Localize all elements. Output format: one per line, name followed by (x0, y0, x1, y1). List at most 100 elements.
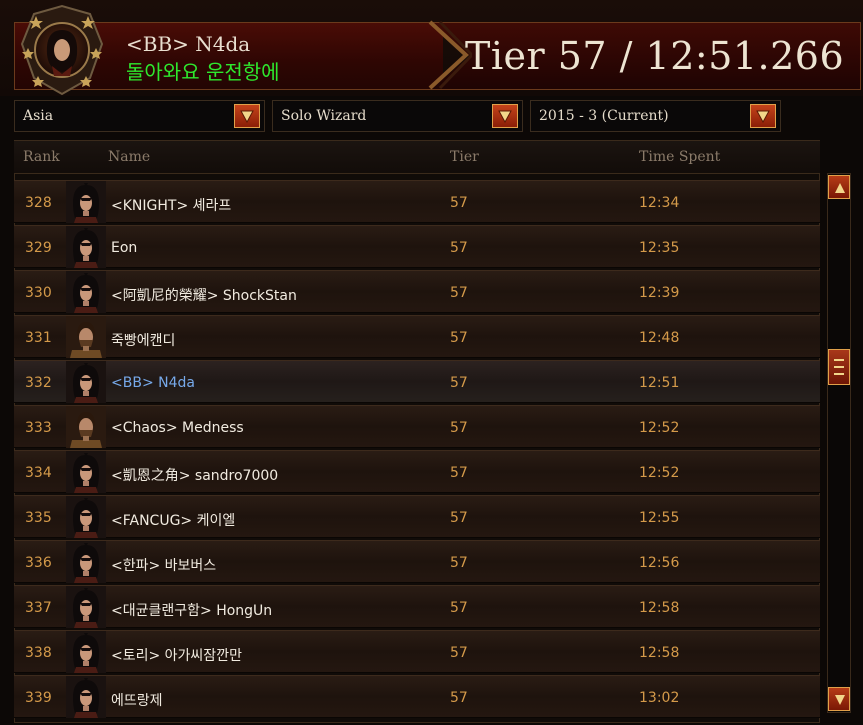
scrollbar-track[interactable] (827, 173, 851, 713)
row-player-name[interactable]: <한파> 바보버스 (111, 555, 216, 575)
row-time-spent: 12:52 (639, 465, 680, 481)
arrow-down-icon (835, 695, 845, 705)
row-time-spent: 12:52 (639, 420, 680, 436)
hero-portrait-icon (66, 496, 106, 538)
row-rank: 337 (25, 600, 52, 616)
row-player-name[interactable]: <대균클랜구함> HongUn (111, 600, 272, 620)
row-time-spent: 12:39 (639, 285, 680, 301)
row-rank: 339 (25, 690, 52, 706)
region-dropdown[interactable]: Asia (14, 100, 265, 132)
table-row[interactable]: 329 Eon 57 12:35 (14, 225, 820, 268)
table-row[interactable]: 331 죽빵에캔디 57 12:48 (14, 315, 820, 358)
row-player-name[interactable]: <KNIGHT> 셰라프 (111, 195, 231, 215)
row-tier: 57 (450, 510, 468, 526)
season-value: 2015 - 3 (Current) (539, 108, 669, 124)
hero-portrait-icon (66, 451, 106, 493)
row-player-name[interactable]: <BB> N4da (111, 375, 195, 391)
category-value: Solo Wizard (281, 108, 367, 124)
row-tier: 57 (450, 645, 468, 661)
row-player-name[interactable]: <阿凱尼的榮耀> ShockStan (111, 285, 297, 305)
row-player-name[interactable]: Eon (111, 240, 137, 256)
hero-portrait-icon (66, 316, 106, 358)
row-player-name[interactable]: <토리> 아가씨잠깐만 (111, 645, 242, 665)
row-tier: 57 (450, 555, 468, 571)
row-tier: 57 (450, 600, 468, 616)
table-row[interactable]: 328 <KNIGHT> 셰라프 57 12:34 (14, 180, 820, 223)
row-time-spent: 12:35 (639, 240, 680, 256)
hero-portrait-icon (66, 586, 106, 628)
crest-icon (20, 4, 104, 96)
hero-portrait-icon (66, 271, 106, 313)
row-player-name[interactable]: 에뜨랑제 (111, 690, 163, 710)
row-time-spent: 12:58 (639, 645, 680, 661)
scrollbar-thumb[interactable] (828, 349, 850, 385)
row-tier: 57 (450, 330, 468, 346)
table-row[interactable]: 338 <토리> 아가씨잠깐만 57 12:58 (14, 630, 820, 673)
tier-time-result: Tier 57 / 12:51.266 (465, 34, 845, 78)
table-row[interactable]: 336 <한파> 바보버스 57 12:56 (14, 540, 820, 583)
row-tier: 57 (450, 420, 468, 436)
table-row[interactable]: 334 <凱恩之角> sandro7000 57 12:52 (14, 450, 820, 493)
row-time-spent: 12:51 (639, 375, 680, 391)
row-rank: 329 (25, 240, 52, 256)
season-dropdown[interactable]: 2015 - 3 (Current) (530, 100, 781, 132)
table-header: Rank Name Tier Time Spent (14, 141, 820, 174)
row-tier: 57 (450, 690, 468, 706)
table-row-current-player[interactable]: 332 <BB> N4da 57 12:51 (14, 360, 820, 403)
chevron-down-icon[interactable] (492, 104, 518, 128)
column-header-rank[interactable]: Rank (23, 149, 60, 165)
row-time-spent: 13:02 (639, 690, 680, 706)
grip-icon (834, 359, 844, 375)
row-rank: 331 (25, 330, 52, 346)
row-time-spent: 12:55 (639, 510, 680, 526)
player-name: <BB> N4da (126, 32, 250, 56)
row-time-spent: 12:34 (639, 195, 680, 211)
row-tier: 57 (450, 240, 468, 256)
row-tier: 57 (450, 375, 468, 391)
chevron-down-icon[interactable] (234, 104, 260, 128)
row-time-spent: 12:56 (639, 555, 680, 571)
hero-portrait-icon (66, 406, 106, 448)
row-rank: 328 (25, 195, 52, 211)
player-guild-tag: <BB> (126, 32, 189, 56)
table-row[interactable]: 337 <대균클랜구함> HongUn 57 12:58 (14, 585, 820, 628)
arrow-up-icon (835, 183, 845, 193)
row-tier: 57 (450, 465, 468, 481)
hero-portrait-icon (66, 361, 106, 403)
hero-portrait-icon (66, 181, 106, 223)
hero-portrait-icon (66, 226, 106, 268)
table-row[interactable]: 333 <Chaos> Medness 57 12:52 (14, 405, 820, 448)
column-header-tier[interactable]: Tier (450, 149, 479, 165)
player-motto: 돌아와요 운전항에 (126, 60, 280, 84)
row-rank: 332 (25, 375, 52, 391)
scroll-up-button[interactable] (828, 175, 850, 199)
scroll-down-button[interactable] (828, 687, 850, 711)
chevron-down-icon[interactable] (750, 104, 776, 128)
player-name-text: N4da (195, 32, 251, 56)
row-rank: 335 (25, 510, 52, 526)
row-rank: 330 (25, 285, 52, 301)
column-header-name[interactable]: Name (108, 149, 150, 165)
hero-portrait-icon (66, 541, 106, 583)
region-value: Asia (23, 108, 54, 124)
row-player-name[interactable]: <凱恩之角> sandro7000 (111, 465, 278, 485)
column-header-time[interactable]: Time Spent (639, 149, 720, 165)
row-time-spent: 12:48 (639, 330, 680, 346)
table-row[interactable]: 330 <阿凱尼的榮耀> ShockStan 57 12:39 (14, 270, 820, 313)
hero-portrait-icon (66, 631, 106, 673)
hero-portrait-icon (66, 676, 106, 718)
row-rank: 334 (25, 465, 52, 481)
row-time-spent: 12:58 (639, 600, 680, 616)
row-rank: 338 (25, 645, 52, 661)
leaderboard-header: <BB> N4da 돌아와요 운전항에 Tier 57 / 12:51.266 (0, 0, 863, 96)
row-player-name[interactable]: 죽빵에캔디 (111, 330, 175, 350)
row-player-name[interactable]: <Chaos> Medness (111, 420, 244, 436)
table-row[interactable]: 339 에뜨랑제 57 13:02 (14, 675, 820, 718)
category-dropdown[interactable]: Solo Wizard (272, 100, 523, 132)
row-player-name[interactable]: <FANCUG> 케이엘 (111, 510, 235, 530)
table-row[interactable]: 335 <FANCUG> 케이엘 57 12:55 (14, 495, 820, 538)
row-rank: 333 (25, 420, 52, 436)
row-tier: 57 (450, 285, 468, 301)
row-tier: 57 (450, 195, 468, 211)
row-rank: 336 (25, 555, 52, 571)
